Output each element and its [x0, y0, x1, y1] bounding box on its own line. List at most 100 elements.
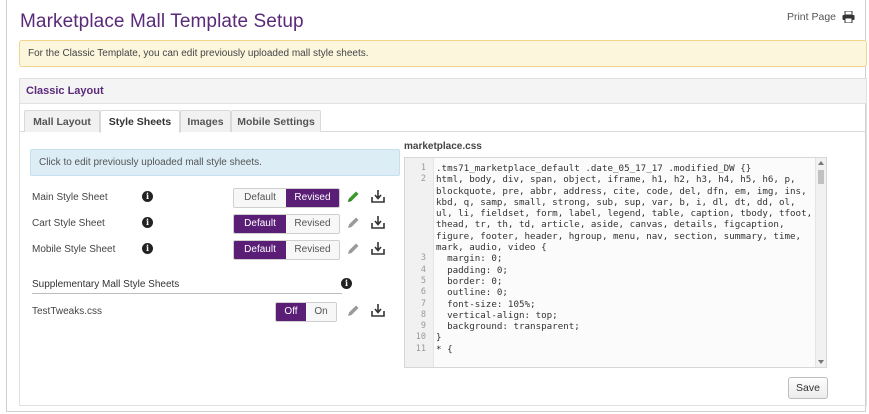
main-revised-option[interactable]: Revised	[286, 189, 339, 207]
line-number	[405, 231, 430, 242]
code-text: blockquote, pre, abbr, address, cite, co…	[436, 185, 807, 197]
scroll-down-arrow-icon[interactable]	[818, 360, 824, 364]
line-number: 4	[420, 264, 426, 275]
tab-mobile-settings[interactable]: Mobile Settings	[231, 110, 321, 132]
mobile-style-sheet-label: Mobile Style Sheet	[32, 244, 116, 255]
code-line: 6 outline: 0;	[405, 287, 815, 298]
line-number: 3	[420, 253, 426, 264]
supplementary-header: Supplementary Mall Style Sheets i	[32, 277, 352, 294]
code-text: background: transparent;	[436, 321, 580, 333]
code-line: 8 vertical-align: top;	[405, 310, 815, 321]
mobile-revised-option[interactable]: Revised	[286, 241, 339, 259]
code-line: thead, tr, th, td, article, aside, canva…	[405, 219, 815, 230]
tab-images[interactable]: Images	[180, 110, 231, 132]
code-text: figure, footer, header, hgroup, menu, na…	[436, 230, 802, 242]
supplementary-on-option[interactable]: On	[306, 303, 336, 321]
pencil-icon[interactable]	[346, 190, 360, 204]
code-text: padding: 0;	[436, 264, 508, 276]
line-number: 11	[415, 343, 426, 354]
pencil-icon[interactable]	[346, 304, 360, 318]
code-line: 11 * {	[405, 344, 815, 355]
code-text: kbd, q, samp, small, strong, sub, sup, v…	[436, 196, 796, 208]
code-text: .tms71_marketplace_default .date_05_17_1…	[436, 163, 752, 174]
print-page-label: Print Page	[786, 11, 836, 23]
code-text: thead, tr, th, td, article, aside, canva…	[436, 219, 785, 231]
code-text: font-size: 105%;	[436, 298, 536, 310]
code-line: 5 border: 0;	[405, 276, 815, 287]
save-button[interactable]: Save	[788, 377, 828, 399]
line-number	[405, 219, 430, 230]
cart-revised-option[interactable]: Revised	[286, 215, 339, 233]
scrollbar-thumb[interactable]	[818, 170, 824, 184]
page-title: Marketplace Mall Template Setup	[20, 11, 304, 32]
scroll-up-arrow-icon[interactable]	[818, 161, 824, 165]
css-editor-pane: marketplace.css 1 .tms71_marketplace_defa…	[404, 141, 850, 368]
print-page-link[interactable]: Print Page	[787, 11, 855, 23]
info-icon[interactable]: i	[142, 191, 153, 202]
pencil-icon[interactable]	[346, 216, 360, 230]
tab-style-sheets[interactable]: Style Sheets	[100, 110, 180, 133]
notice-banner: For the Classic Template, you can edit p…	[19, 40, 867, 67]
line-number: 10	[415, 332, 426, 343]
code-line: kbd, q, samp, small, strong, sub, sup, v…	[405, 197, 815, 208]
download-icon[interactable]	[371, 241, 385, 256]
line-number: 8	[420, 309, 426, 320]
supplementary-off-option[interactable]: Off	[276, 303, 306, 321]
download-icon[interactable]	[371, 189, 385, 204]
pencil-icon[interactable]	[346, 242, 360, 256]
tab-mall-layout[interactable]: Mall Layout	[24, 110, 100, 132]
mobile-default-option[interactable]: Default	[234, 241, 286, 259]
printer-icon	[842, 11, 855, 23]
cart-style-sheet-toggle: Default Revised	[233, 214, 340, 234]
info-icon[interactable]: i	[341, 278, 352, 289]
code-text: vertical-align: top;	[436, 309, 558, 321]
code-text: mark, audio, video {	[436, 242, 547, 254]
code-text: border: 0;	[436, 275, 503, 287]
css-code-editor[interactable]: 1 .tms71_marketplace_default .date_05_17_…	[404, 157, 827, 368]
code-line: 2 html, body, div, span, object, iframe, …	[405, 174, 815, 185]
code-text: margin: 0;	[436, 253, 503, 265]
line-number: 6	[420, 287, 426, 298]
line-number	[405, 242, 430, 253]
code-line: 1 .tms71_marketplace_default .date_05_17_…	[405, 163, 815, 174]
code-text: }	[436, 332, 442, 344]
code-line: 3 margin: 0;	[405, 253, 815, 264]
supplementary-sheet-row: TestTweaks.css Off On	[32, 302, 392, 322]
css-filename: marketplace.css	[404, 141, 482, 152]
download-icon[interactable]	[371, 303, 385, 318]
supplementary-title: Supplementary Mall Style Sheets	[32, 279, 180, 290]
code-line: figure, footer, header, hgroup, menu, na…	[405, 231, 815, 242]
main-style-sheet-toggle: Default Revised	[233, 188, 340, 208]
main-default-option[interactable]: Default	[234, 189, 286, 207]
cart-style-sheet-row: Cart Style Sheet i Default Revised	[32, 214, 392, 234]
code-text: html, body, div, span, object, iframe, h…	[436, 174, 796, 186]
cart-style-sheet-label: Cart Style Sheet	[32, 218, 105, 229]
supplementary-sheet-toggle: Off On	[275, 302, 337, 322]
line-number	[405, 208, 430, 219]
info-icon[interactable]: i	[142, 217, 153, 228]
line-number: 1	[420, 163, 426, 173]
main-style-sheet-row: Main Style Sheet i Default Revised	[32, 188, 392, 208]
section-title: Classic Layout	[20, 79, 866, 104]
mobile-style-sheet-row: Mobile Style Sheet i Default Revised	[32, 240, 392, 260]
style-sheets-pane: Click to edit previously uploaded mall s…	[30, 149, 400, 322]
classic-layout-panel: Classic Layout Mall Layout Style Sheets …	[19, 78, 867, 406]
code-line: mark, audio, video {	[405, 242, 815, 253]
code-line: 4 padding: 0;	[405, 265, 815, 276]
cart-default-option[interactable]: Default	[234, 215, 286, 233]
code-line: ul, li, fieldset, form, label, legend, t…	[405, 208, 815, 219]
code-text: ul, li, fieldset, form, label, legend, t…	[436, 208, 813, 220]
code-line: 7 font-size: 105%;	[405, 299, 815, 310]
code-line: blockquote, pre, abbr, address, cite, co…	[405, 186, 815, 197]
code-lines: 1 .tms71_marketplace_default .date_05_17_…	[405, 163, 815, 355]
download-icon[interactable]	[371, 215, 385, 230]
line-number	[405, 186, 430, 197]
line-number: 2	[420, 174, 426, 185]
tab-bar: Mall Layout Style Sheets Images Mobile S…	[20, 110, 866, 133]
line-number: 5	[420, 275, 426, 286]
info-icon[interactable]: i	[142, 243, 153, 254]
code-line: 10}	[405, 332, 815, 343]
code-line: 9 background: transparent;	[405, 321, 815, 332]
line-number: 9	[420, 321, 426, 332]
editor-scrollbar[interactable]	[815, 158, 826, 367]
